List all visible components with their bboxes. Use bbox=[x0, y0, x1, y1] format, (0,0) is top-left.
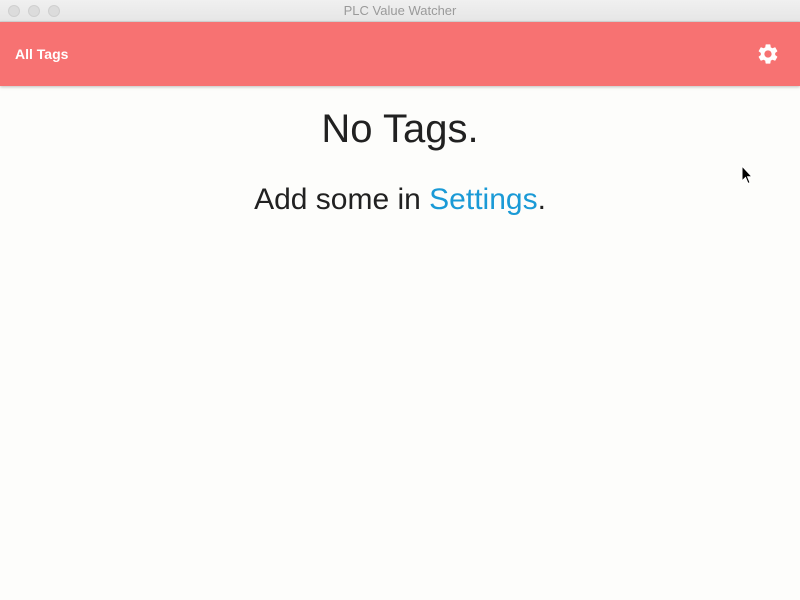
empty-state-message: Add some in Settings. bbox=[0, 180, 800, 220]
empty-state-headline: No Tags. bbox=[321, 107, 479, 151]
empty-state-suffix: . bbox=[537, 183, 546, 216]
settings-button[interactable] bbox=[756, 42, 780, 66]
gear-icon bbox=[758, 44, 778, 64]
app-bar-title: All Tags bbox=[15, 46, 69, 62]
app-bar: All Tags bbox=[0, 22, 800, 86]
window-titlebar[interactable]: PLC Value Watcher bbox=[0, 0, 800, 22]
app-window: PLC Value Watcher All Tags No Tags. Add … bbox=[0, 0, 800, 600]
empty-state-prefix: Add some in bbox=[254, 183, 430, 216]
mouse-cursor-icon bbox=[741, 165, 753, 185]
window-title: PLC Value Watcher bbox=[343, 3, 457, 18]
settings-link[interactable]: Settings bbox=[429, 183, 537, 216]
main-content: No Tags. Add some in Settings. bbox=[0, 86, 800, 600]
